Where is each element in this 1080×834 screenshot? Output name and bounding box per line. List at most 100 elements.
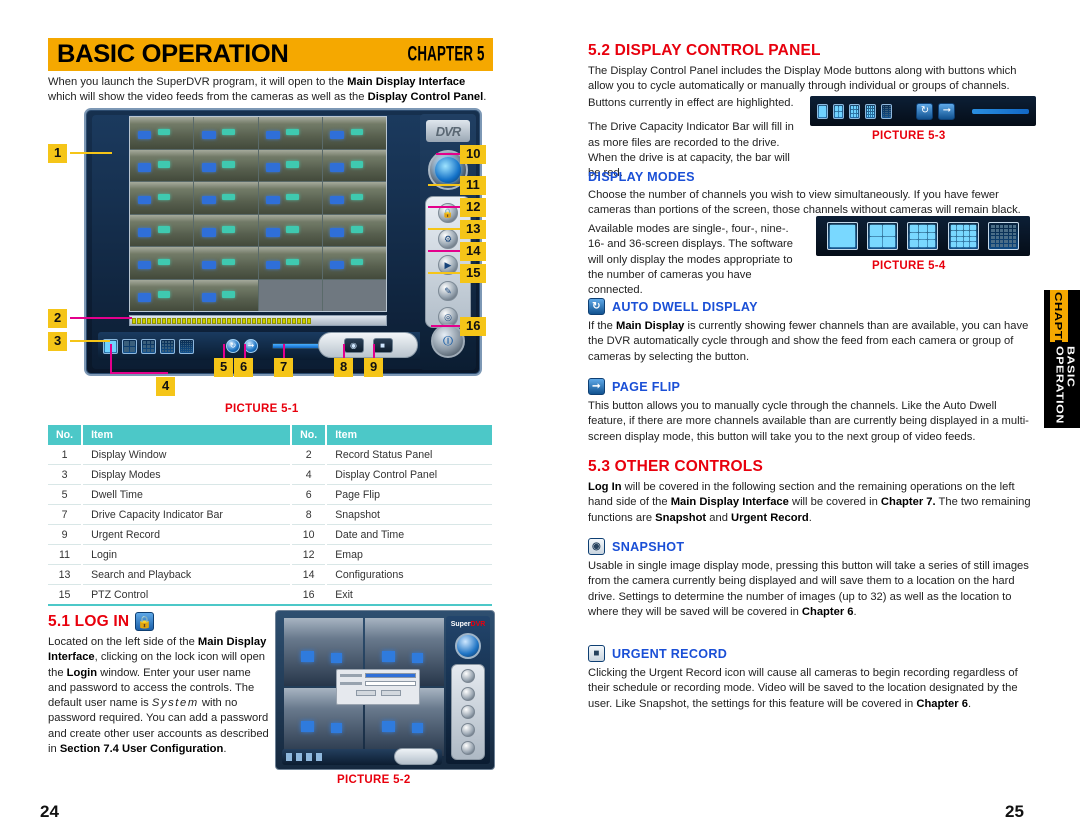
- login-dialog[interactable]: [336, 669, 420, 705]
- date-and-time-dial: [455, 633, 481, 659]
- camera-feed: [194, 247, 258, 279]
- page-flip-icon[interactable]: ➞: [244, 339, 258, 353]
- section-5-2: 5.2 DISPLAY CONTROL PANEL The Display Co…: [588, 42, 1035, 104]
- display-mode-36-button[interactable]: [179, 338, 194, 354]
- col-no-2: No.: [291, 425, 328, 445]
- side-chapter-tab: CHAPTER 5 BASIC OPERATION: [1044, 290, 1080, 428]
- dialog-buttons[interactable]: [340, 690, 416, 696]
- display-mode-1-button[interactable]: [817, 103, 829, 119]
- callout-4: 4: [156, 377, 176, 397]
- display-mode-4-button[interactable]: [833, 103, 845, 119]
- emap-button[interactable]: ⚙: [438, 229, 458, 249]
- cell-no: 5: [48, 484, 84, 505]
- configurations-button[interactable]: ✎: [438, 281, 458, 301]
- login-window-screenshot: SuperDVR: [275, 610, 495, 770]
- username-field[interactable]: [365, 673, 416, 678]
- display-mode-4-button[interactable]: [122, 338, 137, 354]
- configurations-button[interactable]: [461, 723, 475, 737]
- display-mode-button[interactable]: [306, 753, 312, 761]
- callout-3: 3: [48, 332, 68, 352]
- password-field[interactable]: [365, 681, 416, 686]
- display-control-panel-closeup: ↻ ➞: [810, 96, 1036, 126]
- search-playback-button[interactable]: [461, 705, 475, 719]
- display-mode-1-button[interactable]: [826, 222, 858, 250]
- callout-5: 5: [214, 358, 234, 378]
- display-mode-button[interactable]: [316, 753, 322, 761]
- display-mode-36-button[interactable]: [988, 222, 1020, 250]
- display-mode-button[interactable]: [296, 753, 302, 761]
- picture-5-1: ↻ ➞ ◉ ■ DVR 🔒 ⚙ ▶ ✎ ◎ ⏼ 1 2 3 4 5 6 7 8 …: [48, 108, 496, 415]
- ptz-control-button[interactable]: [461, 741, 475, 755]
- auto-dwell-display-icon[interactable]: ↻: [226, 339, 240, 353]
- password-row[interactable]: [340, 681, 416, 686]
- page-title: BASIC OPERATION: [57, 40, 289, 68]
- camera-feed: [194, 149, 258, 181]
- camera-feed: [130, 247, 194, 279]
- camera-feed: [194, 214, 258, 246]
- username-row[interactable]: [340, 673, 416, 678]
- callout-15-leader: [428, 272, 462, 274]
- cell-item: Exit: [326, 584, 492, 606]
- page-flip-icon[interactable]: ➞: [938, 102, 956, 120]
- section-5-1: 5.1 LOG IN 🔒 Located on the left side of…: [48, 612, 270, 766]
- display-mode-16-button[interactable]: [865, 103, 877, 119]
- emap-button[interactable]: [461, 687, 475, 701]
- callout-7: 7: [274, 358, 294, 378]
- cell-item: Record Status Panel: [326, 445, 492, 465]
- col-no-1: No.: [48, 425, 84, 445]
- function-button-stack: [451, 664, 485, 760]
- display-mode-buttons-closeup: [816, 216, 1030, 256]
- camera-feed: [322, 149, 386, 181]
- ok-button[interactable]: [355, 690, 376, 696]
- callout-12-leader: [428, 206, 462, 208]
- callout-10: 10: [460, 145, 487, 165]
- cell-no: 10: [291, 524, 328, 545]
- callout-13-leader: [428, 228, 462, 230]
- camera-feed: [130, 214, 194, 246]
- display-mode-button[interactable]: [286, 753, 292, 761]
- page-number-left: 24: [40, 802, 59, 821]
- b: Section 7.4 User Configuration: [59, 743, 224, 756]
- display-mode-16-button[interactable]: [160, 338, 175, 354]
- page-number-right: 25: [1005, 802, 1024, 821]
- dvr-main-display-screenshot: ↻ ➞ ◉ ■ DVR 🔒 ⚙ ▶ ✎ ◎ ⏼: [84, 108, 482, 376]
- snapshot-urgent-pod[interactable]: [394, 748, 438, 765]
- table-row: 1 Display Window 2 Record Status Panel: [48, 445, 492, 465]
- cell-item: Date and Time: [326, 524, 492, 545]
- cell-no: 7: [48, 504, 84, 525]
- snapshot-button[interactable]: ◉: [343, 337, 364, 353]
- b: Login: [66, 666, 98, 679]
- intro-text-b: which will show the video feeds from the…: [48, 91, 368, 104]
- camera-feed: [258, 182, 322, 214]
- callout-5-leader: [223, 344, 225, 358]
- table-row: 3 Display Modes 4 Display Control Panel: [48, 464, 492, 485]
- display-mode-9-button[interactable]: [907, 222, 939, 250]
- display-mode-36-button[interactable]: [881, 103, 893, 119]
- auto-dwell-display-icon[interactable]: ↻: [916, 102, 934, 120]
- picture-5-3-label: PICTURE 5-3: [872, 130, 946, 142]
- lock-icon: 🔒: [135, 612, 155, 631]
- urgent-record-button[interactable]: ■: [372, 337, 393, 353]
- cancel-button[interactable]: [380, 690, 401, 696]
- callout-2-leader: [70, 317, 132, 319]
- display-mode-16-button[interactable]: [947, 222, 979, 250]
- cell-item: Drive Capacity Indicator Bar: [82, 504, 293, 525]
- callout-14-leader: [428, 250, 462, 252]
- intro-text-a: When you launch the SuperDVR program, it…: [48, 76, 348, 88]
- cell-item: Display Control Panel: [326, 464, 492, 485]
- camera-feed: [322, 247, 386, 279]
- display-mode-9-button[interactable]: [849, 103, 861, 119]
- col-item-2: Item: [326, 425, 492, 445]
- cell-item: Page Flip: [326, 484, 492, 505]
- left-page: BASIC OPERATION CHAPTER 5 When you launc…: [0, 0, 540, 834]
- callout-4-leader-v: [110, 344, 112, 372]
- display-mode-9-button[interactable]: [141, 338, 156, 354]
- default-username: System: [151, 697, 199, 710]
- camera-feed: [130, 149, 194, 181]
- callout-14: 14: [460, 242, 487, 262]
- display-window: [129, 116, 387, 312]
- display-mode-4-button[interactable]: [867, 222, 899, 250]
- login-button[interactable]: [461, 669, 475, 683]
- camera-feed: [194, 279, 258, 311]
- callout-6-leader: [244, 344, 246, 358]
